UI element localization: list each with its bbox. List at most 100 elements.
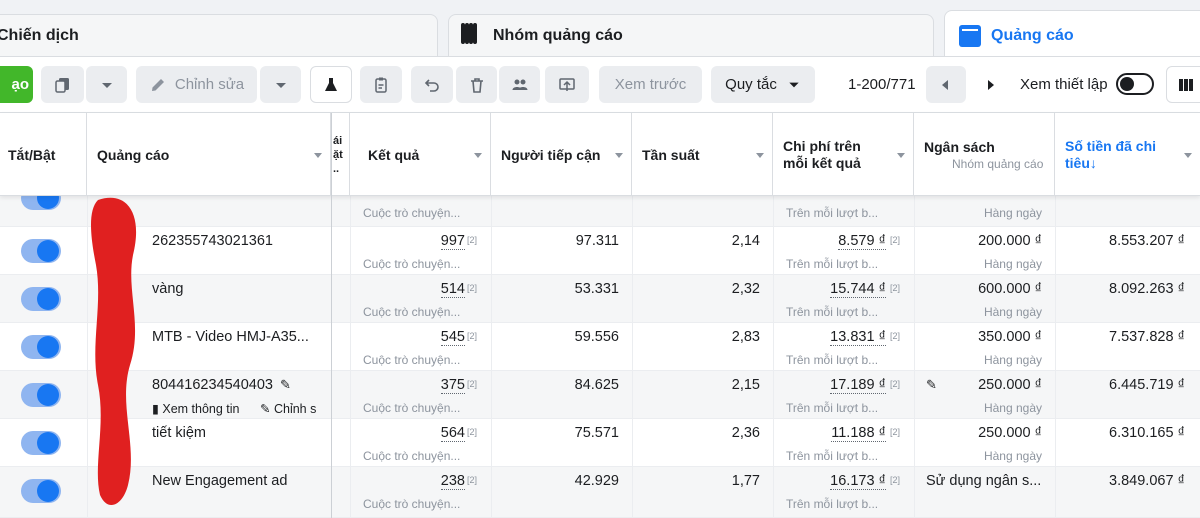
table-row[interactable]: MTB - Video HMJ-A35... 545 [2] Cuộc trò chu… bbox=[0, 323, 1200, 371]
chevron-right-icon bbox=[988, 79, 994, 90]
tab-ads[interactable]: Quảng cáo bbox=[944, 10, 1200, 60]
ad-toggle[interactable] bbox=[21, 287, 61, 311]
ad-toggle[interactable] bbox=[21, 431, 61, 455]
column-divider bbox=[632, 323, 633, 370]
column-divider bbox=[491, 371, 492, 418]
prev-page-button[interactable] bbox=[926, 66, 966, 103]
column-divider bbox=[773, 419, 774, 466]
col-cpr-label: Chi phí trên mỗi kết quả bbox=[783, 137, 861, 171]
col-frequency[interactable]: Tần suất bbox=[632, 113, 773, 196]
footnote-mark: [2] bbox=[890, 235, 901, 245]
sticky-divider bbox=[331, 113, 332, 518]
delete-button[interactable] bbox=[456, 66, 497, 103]
tab-campaigns[interactable]: Chiến dịch bbox=[0, 14, 438, 56]
table-row[interactable]: tiết kiệm 564 [2] Cuộc trò chuyện... 75.571 2… bbox=[0, 419, 1200, 467]
cpr-number: 17.189 ₫ bbox=[830, 377, 886, 394]
ad-toggle[interactable] bbox=[21, 479, 61, 503]
ad-toggle[interactable] bbox=[21, 383, 61, 407]
column-divider bbox=[350, 419, 351, 466]
columns-icon bbox=[1179, 78, 1193, 91]
export-icon bbox=[559, 77, 575, 91]
reach-value: 42.929 bbox=[574, 473, 619, 489]
footnote-mark: [2] bbox=[890, 283, 901, 293]
view-insights-label: Xem thông tin bbox=[162, 402, 240, 416]
ad-name[interactable]: tiết kiệm bbox=[152, 425, 206, 441]
ad-toggle[interactable] bbox=[21, 239, 61, 263]
create-button[interactable]: ạo bbox=[0, 66, 33, 103]
column-divider bbox=[914, 371, 915, 418]
footnote-mark: [2] bbox=[467, 427, 478, 437]
table-row[interactable]: New Engagement ad 238 [2] Cuộc trò chuyện..… bbox=[0, 467, 1200, 518]
pagination-text: 1-200/771 bbox=[848, 76, 916, 93]
column-divider bbox=[632, 227, 633, 274]
ad-name[interactable]: 262355743021361 bbox=[152, 233, 273, 249]
grid-icon bbox=[461, 22, 483, 47]
ab-test-button[interactable] bbox=[310, 66, 352, 103]
col-amount-spent[interactable]: Số tiền đã chi tiêu↓ bbox=[1055, 113, 1200, 196]
cpr-type: Trên mỗi lượt b... bbox=[786, 206, 879, 220]
column-divider bbox=[1055, 275, 1056, 322]
col-results[interactable]: Kết quả bbox=[350, 113, 491, 196]
result-value: 997 bbox=[350, 233, 465, 250]
view-insights-link[interactable]: ▮ Xem thông tin bbox=[152, 401, 240, 416]
duplicate-dropdown-button[interactable] bbox=[86, 66, 127, 103]
ad-name[interactable]: vàng bbox=[152, 281, 183, 297]
edit-link[interactable]: ✎ Chỉnh s bbox=[260, 401, 316, 416]
col-cost-per-result[interactable]: Chi phí trên mỗi kết quả bbox=[773, 113, 914, 196]
footnote-mark: [2] bbox=[467, 235, 478, 245]
rules-dropdown[interactable]: Quy tắc bbox=[711, 66, 815, 103]
col-reach-label: Người tiếp cận bbox=[501, 146, 601, 163]
tab-adsets[interactable]: Nhóm quảng cáo bbox=[448, 14, 934, 56]
column-divider bbox=[1055, 419, 1056, 466]
columns-button[interactable] bbox=[1166, 66, 1200, 103]
footnote-mark: [2] bbox=[467, 283, 478, 293]
column-divider bbox=[914, 196, 915, 226]
col-reach[interactable]: Người tiếp cận bbox=[491, 113, 632, 196]
ad-name[interactable]: 804416234540403 bbox=[152, 377, 273, 393]
footnote-mark: [2] bbox=[467, 475, 478, 485]
table-header: Tắt/Bật Quảng cáo ái ặt .. Kết quả Người… bbox=[0, 113, 1200, 196]
ad-name[interactable]: New Engagement ad bbox=[152, 473, 287, 489]
result-value: 514 bbox=[350, 281, 465, 298]
view-settings-toggle[interactable] bbox=[1116, 73, 1154, 95]
col-frequency-label: Tần suất bbox=[642, 146, 700, 163]
edit-dropdown-button[interactable] bbox=[260, 66, 301, 103]
column-divider bbox=[350, 196, 351, 226]
ad-name[interactable]: MTB - Video HMJ-A35... bbox=[152, 329, 309, 345]
edit-name-icon[interactable]: ✎ bbox=[280, 377, 291, 393]
col-ad-name[interactable]: Quảng cáo bbox=[87, 113, 331, 196]
caret-down-icon bbox=[101, 82, 112, 88]
preview-button[interactable]: Xem trước bbox=[599, 66, 702, 103]
next-page-button[interactable] bbox=[970, 66, 1010, 103]
column-divider bbox=[632, 196, 633, 226]
reach-value: 53.331 bbox=[574, 281, 619, 297]
column-divider bbox=[1055, 323, 1056, 370]
duplicate-button[interactable] bbox=[41, 66, 84, 103]
col-delivery[interactable]: ái ặt .. bbox=[331, 113, 350, 196]
ad-toggle[interactable] bbox=[21, 335, 61, 359]
col-budget[interactable]: Ngân sách Nhóm quảng cáo bbox=[914, 113, 1055, 196]
budget-type: Hàng ngày bbox=[983, 401, 1042, 415]
undo-button[interactable] bbox=[411, 66, 453, 103]
table-row[interactable]: Cuộc trò chuyện... Trên mỗi lượt b... Hàng… bbox=[0, 186, 1200, 227]
budget-type: Hàng ngày bbox=[983, 206, 1042, 220]
table-row[interactable]: vàng 514 [2] Cuộc trò chuyện... 53.331 2,32 15… bbox=[0, 275, 1200, 323]
reach-value: 59.556 bbox=[574, 329, 619, 345]
audience-button[interactable] bbox=[499, 66, 540, 103]
edit-button[interactable]: Chỉnh sửa bbox=[136, 66, 257, 103]
sort-caret-icon bbox=[756, 153, 764, 158]
budget-value: Sử dụng ngân s... bbox=[926, 473, 1042, 489]
sort-caret-icon bbox=[1184, 153, 1192, 158]
col-toggle[interactable]: Tắt/Bật bbox=[0, 113, 87, 196]
bar-chart-icon: ▮ bbox=[152, 402, 159, 416]
column-divider bbox=[773, 196, 774, 226]
footnote-mark: [2] bbox=[890, 475, 901, 485]
clipboard-button[interactable] bbox=[360, 66, 402, 103]
table-row[interactable]: 804416234540403 ✎ ▮ Xem thông tin ✎ Chỉnh s… bbox=[0, 371, 1200, 419]
table-row[interactable]: 262355743021361 997 [2] Cuộc trò chuyện... 9… bbox=[0, 227, 1200, 275]
amount-spent-value: 6.310.165 ₫ bbox=[1109, 425, 1185, 441]
column-divider bbox=[632, 419, 633, 466]
sort-caret-icon bbox=[474, 153, 482, 158]
export-button[interactable] bbox=[545, 66, 589, 103]
col-budget-sublabel: Nhóm quảng cáo bbox=[952, 156, 1044, 171]
